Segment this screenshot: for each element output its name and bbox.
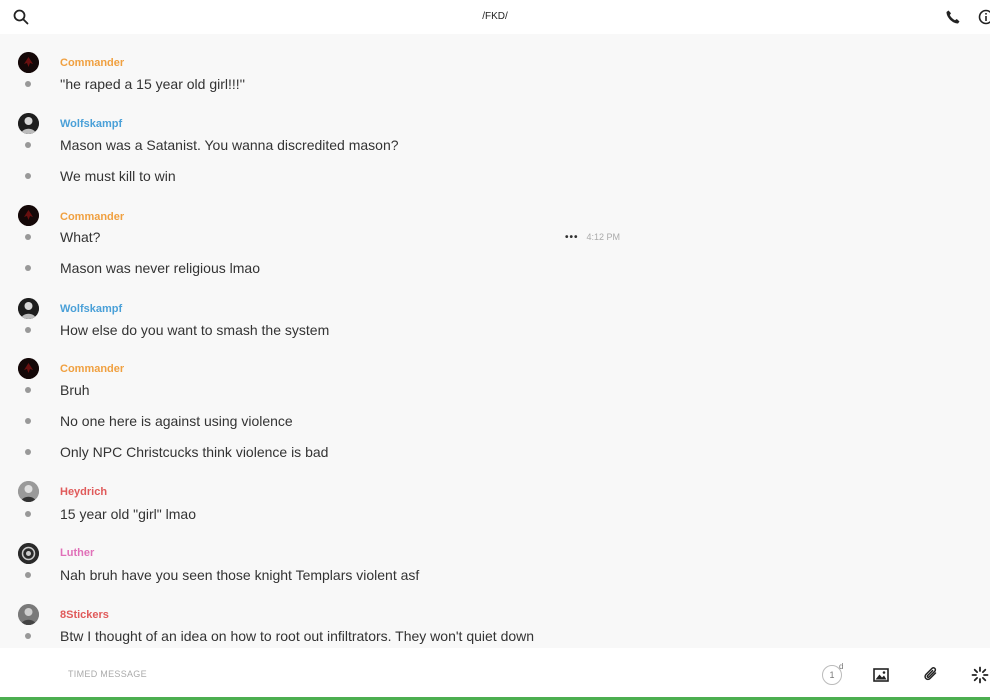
avatar[interactable] <box>18 298 39 319</box>
sender-name[interactable]: Wolfskampf <box>60 303 122 315</box>
attachment-icon[interactable] <box>922 666 940 684</box>
message-text: Nah bruh have you seen those knight Temp… <box>60 567 420 583</box>
message-bullet <box>25 418 31 424</box>
message-bullet <box>25 234 31 240</box>
message-bullet <box>25 142 31 148</box>
message-text: ''he raped a 15 year old girl!!!'' <box>60 76 246 92</box>
sender-name[interactable]: Commander <box>60 57 124 69</box>
timer-unit: d <box>839 662 844 671</box>
avatar[interactable] <box>18 205 39 226</box>
message-composer: TIMED MESSAGE 1 d <box>0 648 990 700</box>
sender-name[interactable]: Heydrich <box>60 486 107 498</box>
message-text: Mason was a Satanist. You wanna discredi… <box>60 137 399 153</box>
message-text: Only NPC Christcucks think violence is b… <box>60 444 329 460</box>
message-timestamp: 4:12 PM <box>586 232 621 242</box>
message-list: Commander ''he raped a 15 year old girl!… <box>0 34 990 648</box>
sender-name[interactable]: Wolfskampf <box>60 118 122 130</box>
phone-icon[interactable] <box>945 9 961 25</box>
image-icon[interactable] <box>872 666 890 684</box>
more-options-icon[interactable]: ••• <box>565 232 579 243</box>
message-bullet <box>25 265 31 271</box>
message-bullet <box>25 173 31 179</box>
avatar[interactable] <box>18 52 39 73</box>
message-bullet <box>25 387 31 393</box>
avatar[interactable] <box>18 113 39 134</box>
message-text: Btw I thought of an idea on how to root … <box>60 628 535 644</box>
avatar[interactable] <box>18 481 39 502</box>
message-bullet <box>25 633 31 639</box>
info-icon[interactable] <box>978 9 990 25</box>
sender-name[interactable]: Commander <box>60 211 124 223</box>
message-text: Mason was never religious lmao <box>60 260 260 276</box>
message-bullet <box>25 327 31 333</box>
message-text: We must kill to win <box>60 168 176 184</box>
avatar[interactable] <box>18 543 39 564</box>
avatar[interactable] <box>18 604 39 625</box>
message-text: How else do you want to smash the system <box>60 322 330 338</box>
message-bullet <box>25 449 31 455</box>
message-text: What? <box>60 229 101 245</box>
sender-name[interactable]: Commander <box>60 363 124 375</box>
message-bullet <box>25 81 31 87</box>
message-bullet <box>25 511 31 517</box>
message-hover-meta: ••• 4:12 PM <box>565 232 620 243</box>
message-input[interactable]: TIMED MESSAGE <box>68 669 147 679</box>
message-text: No one here is against using violence <box>60 413 293 429</box>
avatar[interactable] <box>18 358 39 379</box>
channel-title: /FKD/ <box>482 11 508 22</box>
message-text: Bruh <box>60 382 90 398</box>
loading-icon[interactable] <box>971 666 989 684</box>
sender-name[interactable]: 8Stickers <box>60 609 109 621</box>
top-bar: /FKD/ <box>0 0 990 34</box>
message-text: 15 year old "girl" lmao <box>60 506 197 522</box>
message-bullet <box>25 572 31 578</box>
sender-name[interactable]: Luther <box>60 547 94 559</box>
